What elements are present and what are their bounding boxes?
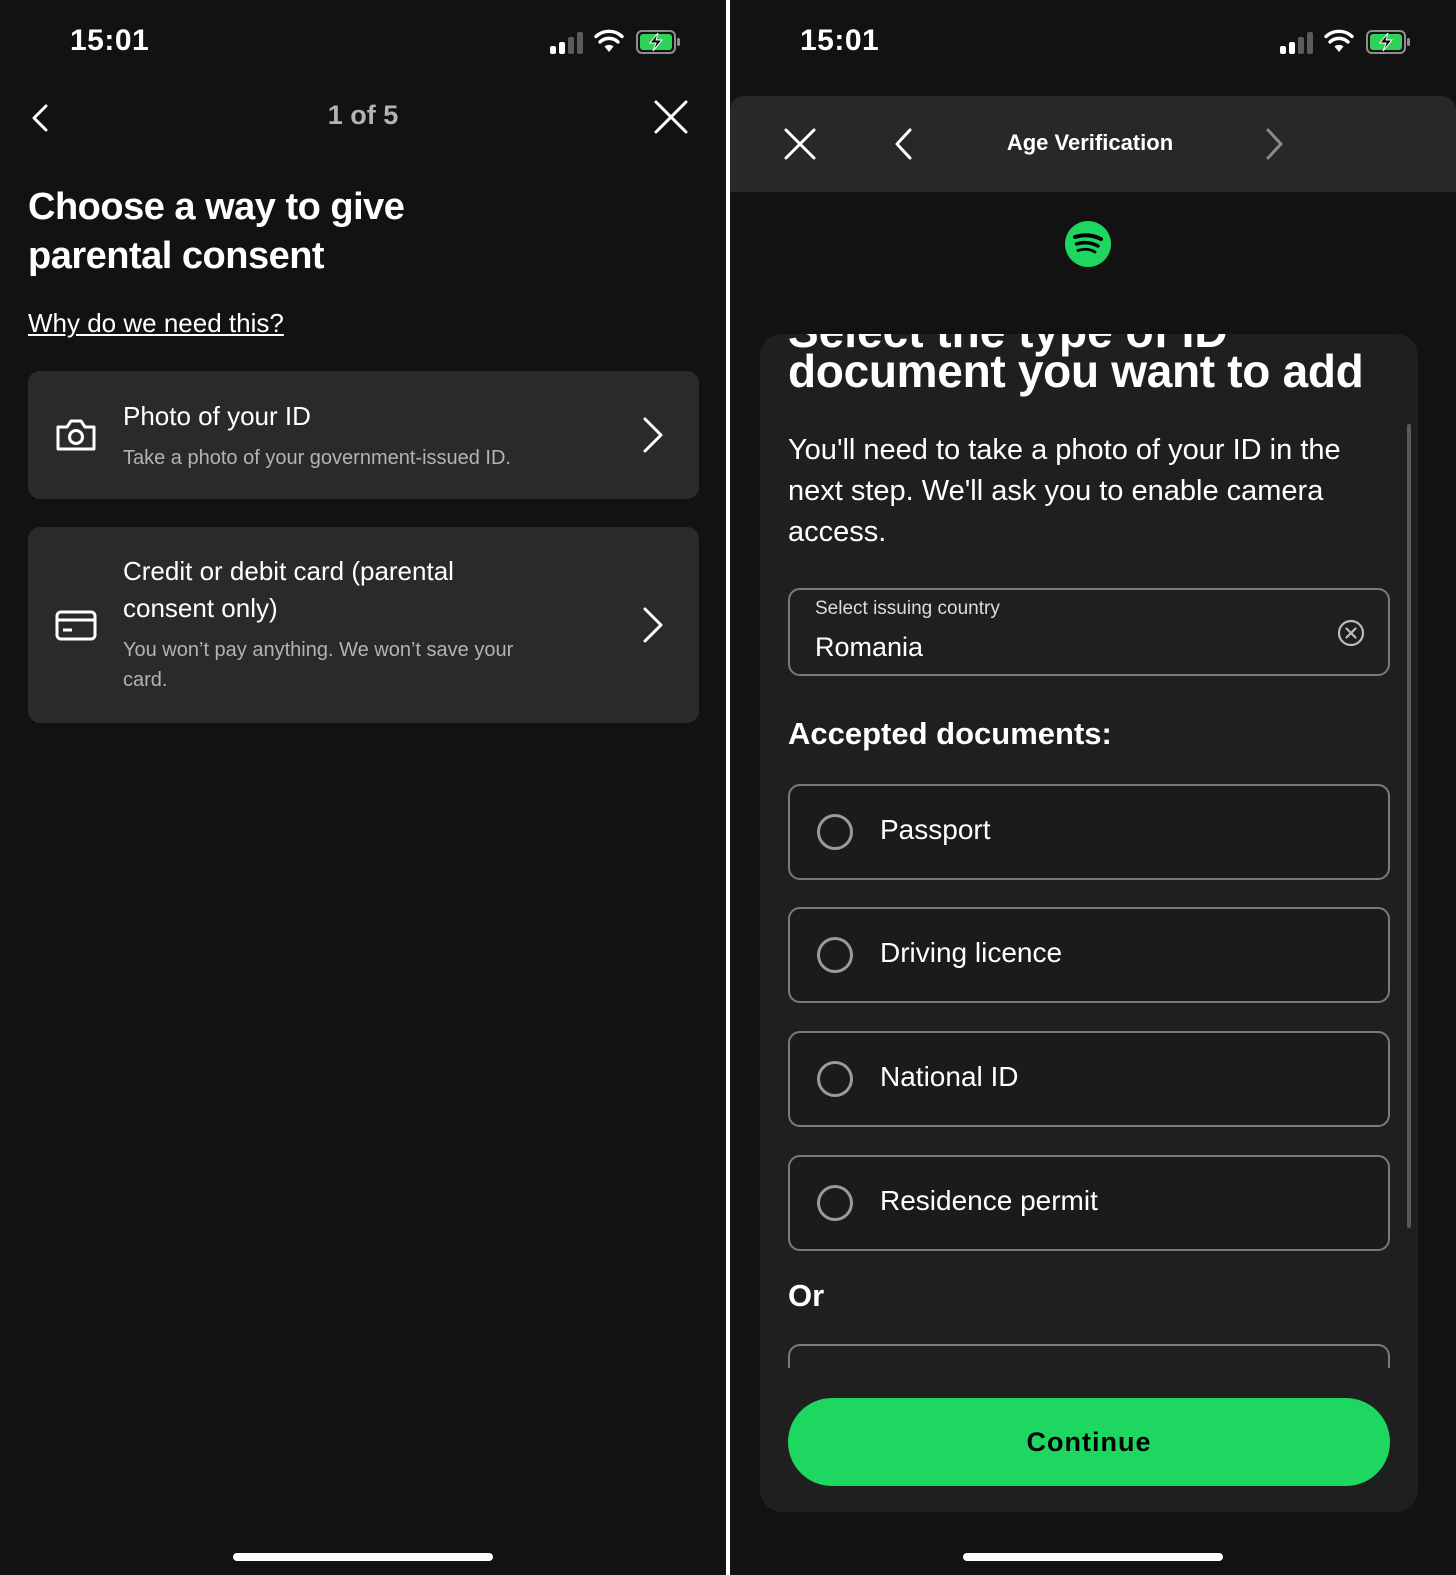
cellular-signal-icon (1280, 32, 1314, 54)
status-icons (1280, 28, 1410, 56)
clear-circle-icon[interactable] (1336, 618, 1366, 648)
document-option-national-id[interactable]: National ID (788, 1031, 1390, 1127)
option-title: Credit or debit card (parental consent o… (123, 556, 454, 623)
document-label: National ID (880, 1061, 1019, 1092)
page-title: Choose a way to give parental consent (28, 186, 405, 277)
wifi-icon (1324, 29, 1354, 52)
document-label: Driving licence (880, 937, 1063, 968)
why-do-we-need-this-link[interactable]: Why do we need this? (28, 308, 284, 339)
description: You'll need to take a photo of your ID i… (788, 434, 1341, 548)
radio-button-icon[interactable] (817, 814, 853, 850)
card-title: document you want to add (788, 345, 1364, 397)
document-label: Passport (880, 814, 991, 845)
country-field-value: Romania (815, 632, 924, 662)
status-bar: 15:01 (730, 0, 1456, 84)
parental-consent-screen: 15:01 1 of 5 Choose a way to give parent… (0, 0, 726, 1575)
camera-icon (56, 419, 96, 451)
option-title: Photo of your ID (123, 401, 311, 431)
credit-card-icon (55, 610, 97, 641)
radio-button-icon[interactable] (817, 937, 853, 973)
home-indicator (963, 1553, 1223, 1561)
issuing-country-select[interactable]: Select issuing country Romania (788, 588, 1390, 676)
cellular-signal-icon (550, 32, 584, 54)
age-verification-screen: 15:01 Age Verification Select the type o… (730, 0, 1456, 1575)
close-icon[interactable] (652, 98, 690, 136)
status-bar: 15:01 (0, 0, 726, 84)
battery-charging-icon (1366, 30, 1410, 54)
country-field-label: Select issuing country (815, 598, 1000, 619)
battery-charging-icon (636, 30, 680, 54)
option-credit-card[interactable]: Credit or debit card (parental consent o… (28, 527, 699, 723)
status-icons (550, 28, 680, 56)
continue-button[interactable]: Continue (788, 1398, 1390, 1486)
document-option-passport[interactable]: Passport (788, 784, 1390, 880)
scrollbar[interactable] (1407, 424, 1411, 1228)
forward-chevron-icon[interactable] (1258, 126, 1288, 162)
header-title: Age Verification (1006, 130, 1174, 155)
accepted-documents-heading: Accepted documents: (788, 716, 1112, 751)
home-indicator (233, 1553, 493, 1561)
document-option-residence-permit[interactable]: Residence permit (788, 1155, 1390, 1251)
status-time: 15:01 (70, 24, 150, 57)
spotify-logo-icon (1065, 221, 1111, 267)
document-option-driving-licence[interactable]: Driving licence (788, 907, 1390, 1003)
radio-button-icon[interactable] (817, 1185, 853, 1221)
status-time: 15:01 (800, 24, 880, 57)
step-indicator: 1 of 5 (327, 100, 399, 130)
option-subtitle: You won’t pay anything. We won’t save yo… (123, 639, 514, 691)
or-label: Or (788, 1278, 825, 1313)
wifi-icon (594, 29, 624, 52)
option-photo-id[interactable]: Photo of your ID Take a photo of your go… (28, 371, 699, 499)
sheet-header: Age Verification (730, 96, 1456, 192)
option-subtitle: Take a photo of your government-issued I… (123, 447, 511, 469)
document-label: Residence permit (880, 1185, 1098, 1216)
chevron-right-icon (643, 417, 663, 453)
radio-button-icon[interactable] (817, 1061, 853, 1097)
chevron-right-icon (643, 607, 663, 643)
document-selection-card: Select the type of ID document you want … (760, 334, 1418, 1512)
